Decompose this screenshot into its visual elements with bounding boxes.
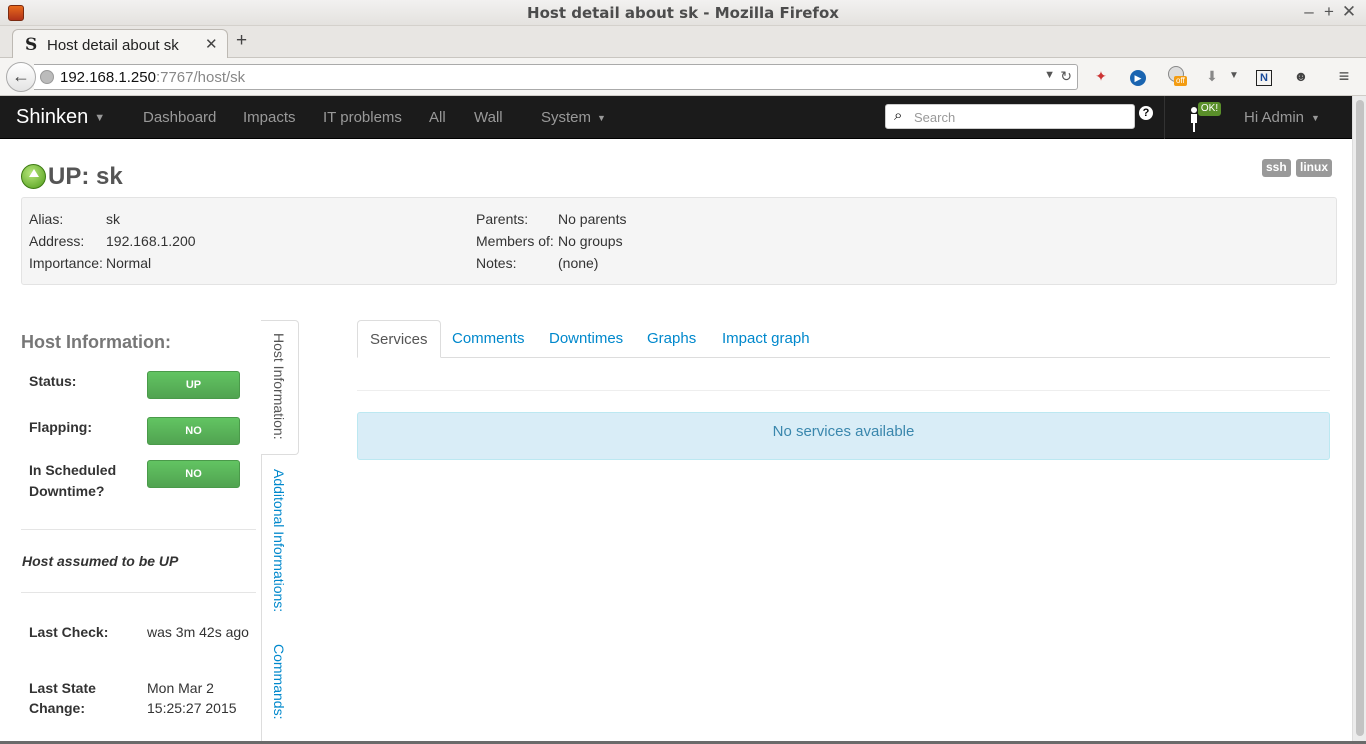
notes-value: (none) <box>558 255 599 271</box>
no-services-alert: No services available <box>357 412 1330 460</box>
navigation-toolbar: 192.168.1.250:7767/host/sk ▼ ↻ ← ✦ ▶ off… <box>0 58 1366 96</box>
last-state-label-line2: Change: <box>29 700 85 716</box>
members-value: No groups <box>558 233 623 249</box>
tab-downtimes[interactable]: Downtimes <box>537 320 635 358</box>
host-information-heading: Host Information: <box>21 332 171 352</box>
nav-dashboard[interactable]: Dashboard <box>143 109 216 126</box>
new-tab-button[interactable]: + <box>236 30 247 52</box>
notes-label: Notes: <box>476 255 517 271</box>
importance-label: Importance: <box>29 255 103 271</box>
divider <box>357 390 1330 391</box>
downtime-label-line2: Downtime? <box>29 483 105 499</box>
address-value: 192.168.1.200 <box>106 233 196 249</box>
close-window-icon[interactable]: ✕ <box>1340 2 1358 22</box>
adblock-icon[interactable]: off <box>1166 66 1187 86</box>
chevron-down-icon: ▼ <box>94 111 106 124</box>
tag-ssh[interactable]: ssh <box>1262 159 1291 177</box>
nav-system[interactable]: System ▼ <box>541 109 606 126</box>
page-title: UP: sk <box>48 163 123 190</box>
window-title: Host detail about sk - Mozilla Firefox <box>527 4 839 22</box>
vtab-host-information[interactable]: Host Information: <box>261 320 299 455</box>
scrollbar-thumb[interactable] <box>1356 100 1364 736</box>
tab-comments[interactable]: Comments <box>440 320 537 358</box>
user-menu[interactable]: Hi Admin ▼ <box>1244 109 1320 126</box>
alias-label: Alias: <box>29 211 64 227</box>
nav-impacts[interactable]: Impacts <box>243 109 296 126</box>
status-button[interactable]: UP <box>147 371 240 399</box>
vertical-scrollbar[interactable] <box>1352 96 1366 742</box>
nav-it-problems[interactable]: IT problems <box>323 109 402 126</box>
search-icon: ⌕ <box>894 107 903 124</box>
brand-menu[interactable]: Shinken ▼ <box>16 106 105 129</box>
flapping-label: Flapping: <box>29 419 92 435</box>
importance-value: Normal <box>106 255 152 271</box>
address-label: Address: <box>29 233 85 249</box>
tab-bar: S Host detail about sk ✕ + <box>0 26 1366 59</box>
assumed-state-text: Host assumed to be UP <box>22 553 179 569</box>
tab-impact-graph[interactable]: Impact graph <box>710 320 822 358</box>
tag-linux[interactable]: linux <box>1296 159 1333 177</box>
nav-all[interactable]: All <box>429 109 446 126</box>
last-state-label-line1: Last State <box>29 680 96 696</box>
menu-icon[interactable]: ≡ <box>1334 66 1354 86</box>
vtab-commands[interactable]: Commands: <box>271 644 287 719</box>
nav-wall[interactable]: Wall <box>474 109 503 126</box>
url-history-dropdown-icon[interactable]: ▼ <box>1044 69 1055 81</box>
last-state-value: Mon Mar 2 15:25:27 2015 <box>147 680 237 716</box>
chat-icon[interactable]: ☻ <box>1291 66 1311 86</box>
status-ok-badge[interactable]: OK! <box>1198 102 1221 116</box>
chevron-down-icon: ▼ <box>597 113 606 124</box>
noscript-icon[interactable]: N <box>1254 66 1274 86</box>
browser-tab[interactable]: S Host detail about sk ✕ <box>12 29 228 59</box>
download-dropdown-icon[interactable]: ▼ <box>1224 66 1244 86</box>
download-icon[interactable]: ⬇ <box>1202 66 1222 86</box>
navbar-divider <box>1164 96 1165 139</box>
up-status-icon <box>21 164 46 189</box>
tab-title: Host detail about sk <box>47 37 179 54</box>
app-navbar: Shinken ▼ Dashboard Impacts IT problems A… <box>0 96 1352 139</box>
search-input[interactable] <box>914 108 1124 126</box>
tab-services[interactable]: Services <box>357 320 441 358</box>
close-tab-icon[interactable]: ✕ <box>205 35 218 53</box>
status-label: Status: <box>29 373 77 389</box>
globe-icon <box>40 70 54 84</box>
host-summary-box: Alias: sk Address: 192.168.1.200 Importa… <box>21 197 1337 285</box>
back-button[interactable]: ← <box>6 62 36 92</box>
last-check-label: Last Check: <box>29 624 109 640</box>
downtime-button[interactable]: NO <box>147 460 240 488</box>
search-box[interactable]: ⌕ <box>885 104 1135 129</box>
video-download-icon[interactable]: ▶ <box>1128 66 1148 86</box>
vtab-host-information-label: Host Information: <box>271 333 287 440</box>
flashgot-icon[interactable]: ✦ <box>1091 66 1111 86</box>
detail-tabs: Services Comments Downtimes Graphs Impac… <box>357 320 1330 358</box>
divider <box>21 529 256 530</box>
vtab-additional-informations[interactable]: Additonal Informations: <box>271 469 287 612</box>
tab-graphs[interactable]: Graphs <box>635 320 708 358</box>
downtime-label-line1: In Scheduled <box>29 462 117 478</box>
chevron-down-icon: ▼ <box>1311 113 1320 124</box>
parents-label: Parents: <box>476 211 529 227</box>
flapping-button[interactable]: NO <box>147 417 240 445</box>
last-check-value: was 3m 42s ago <box>147 624 249 640</box>
maximize-icon[interactable]: + <box>1320 2 1338 22</box>
reload-icon[interactable]: ↻ <box>1060 68 1072 85</box>
alias-value: sk <box>106 211 120 227</box>
shinken-favicon-icon: S <box>25 35 38 55</box>
url-text[interactable]: 192.168.1.250:7767/host/sk <box>60 69 245 86</box>
url-bar[interactable]: 192.168.1.250:7767/host/sk ▼ ↻ <box>34 64 1078 90</box>
parents-value: No parents <box>558 211 627 227</box>
minimize-icon[interactable]: – <box>1300 2 1318 22</box>
help-icon[interactable]: ? <box>1139 106 1153 120</box>
title-bar: Host detail about sk - Mozilla Firefox –… <box>0 0 1366 26</box>
members-label: Members of: <box>476 233 554 249</box>
browser-window: Host detail about sk - Mozilla Firefox –… <box>0 0 1366 744</box>
divider <box>21 592 256 593</box>
